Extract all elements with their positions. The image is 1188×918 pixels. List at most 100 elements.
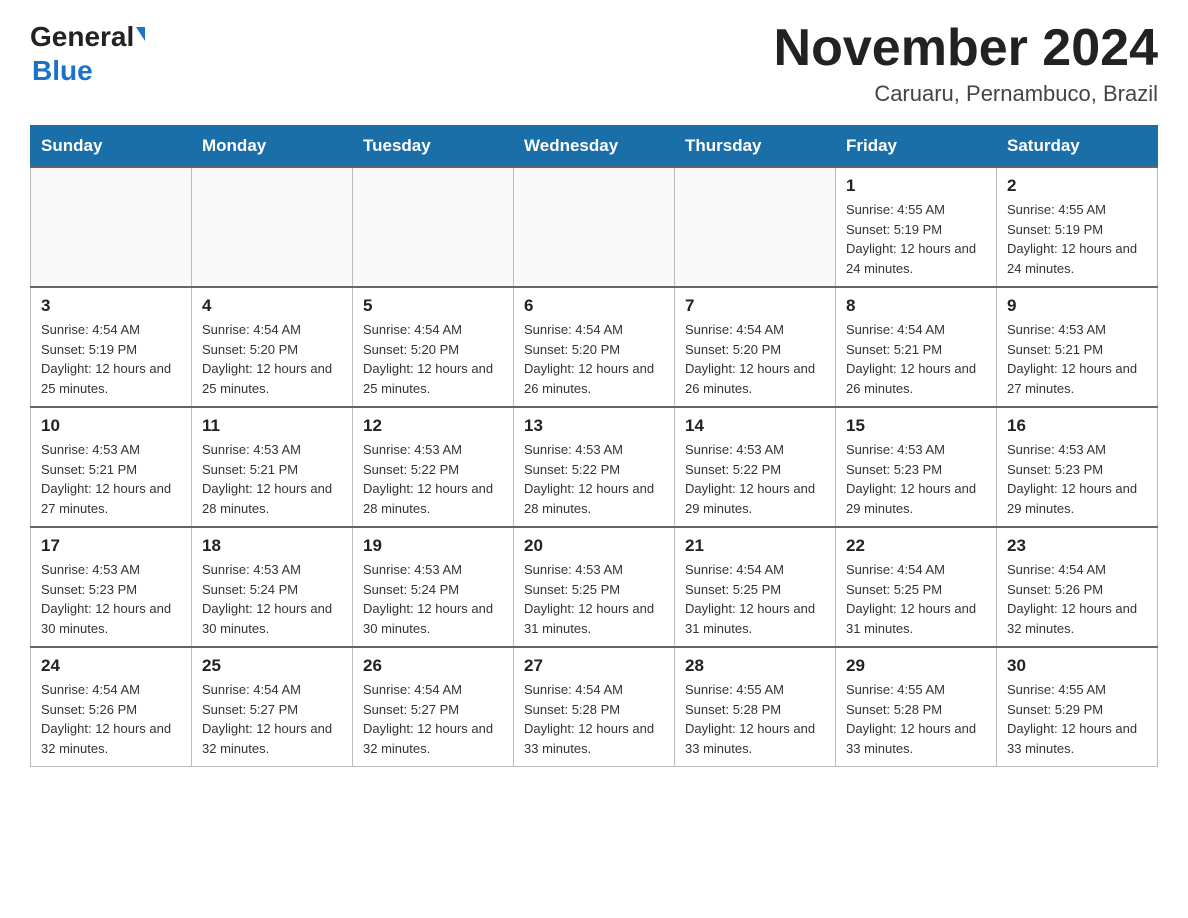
table-row: 25Sunrise: 4:54 AMSunset: 5:27 PMDayligh… [192,647,353,767]
table-row: 5Sunrise: 4:54 AMSunset: 5:20 PMDaylight… [353,287,514,407]
table-row: 19 Sunrise: 4:53 AMSunset: 5:24 PMDayligh… [353,527,514,647]
day-info: Sunrise: 4:55 AMSunset: 5:19 PMDaylight:… [846,200,986,278]
calendar-week-row: 17 Sunrise: 4:53 AMSunset: 5:23 PMDayligh… [31,527,1158,647]
table-row [514,167,675,287]
calendar-subtitle: Caruaru, Pernambuco, Brazil [774,81,1158,107]
day-number: 9 [1007,296,1147,316]
header-tuesday: Tuesday [353,126,514,168]
day-number: 2 [1007,176,1147,196]
table-row: 3Sunrise: 4:54 AMSunset: 5:19 PMDaylight… [31,287,192,407]
day-number: 18 [202,536,342,556]
day-number: 16 [1007,416,1147,436]
day-number: 13 [524,416,664,436]
logo: General Blue [30,20,145,87]
day-number: 11 [202,416,342,436]
page-header: General Blue November 2024 Caruaru, Pern… [30,20,1158,107]
day-info: Sunrise: 4:53 AMSunset: 5:23 PMDaylight:… [41,560,181,638]
day-info: Sunrise: 4:55 AMSunset: 5:28 PMDaylight:… [685,680,825,758]
day-info: Sunrise: 4:53 AMSunset: 5:21 PMDaylight:… [202,440,342,518]
day-number: 4 [202,296,342,316]
day-info: Sunrise: 4:53 AMSunset: 5:25 PMDaylight:… [524,560,664,638]
day-number: 6 [524,296,664,316]
table-row: 10 Sunrise: 4:53 AMSunset: 5:21 PMDayligh… [31,407,192,527]
logo-line1: General [30,20,145,54]
day-number: 12 [363,416,503,436]
day-number: 19 [363,536,503,556]
day-number: 23 [1007,536,1147,556]
calendar-header-row: Sunday Monday Tuesday Wednesday Thursday… [31,126,1158,168]
day-info: Sunrise: 4:53 AMSunset: 5:22 PMDaylight:… [685,440,825,518]
day-number: 5 [363,296,503,316]
day-number: 8 [846,296,986,316]
day-number: 7 [685,296,825,316]
day-info: Sunrise: 4:53 AMSunset: 5:23 PMDaylight:… [1007,440,1147,518]
day-number: 1 [846,176,986,196]
table-row: 26Sunrise: 4:54 AMSunset: 5:27 PMDayligh… [353,647,514,767]
day-number: 22 [846,536,986,556]
table-row: 2Sunrise: 4:55 AMSunset: 5:19 PMDaylight… [997,167,1158,287]
day-info: Sunrise: 4:54 AMSunset: 5:20 PMDaylight:… [202,320,342,398]
table-row: 9 Sunrise: 4:53 AMSunset: 5:21 PMDaylight… [997,287,1158,407]
day-info: Sunrise: 4:53 AMSunset: 5:24 PMDaylight:… [202,560,342,638]
day-info: Sunrise: 4:55 AMSunset: 5:28 PMDaylight:… [846,680,986,758]
table-row: 8Sunrise: 4:54 AMSunset: 5:21 PMDaylight… [836,287,997,407]
day-info: Sunrise: 4:54 AMSunset: 5:28 PMDaylight:… [524,680,664,758]
title-block: November 2024 Caruaru, Pernambuco, Brazi… [774,20,1158,107]
table-row: 15 Sunrise: 4:53 AMSunset: 5:23 PMDayligh… [836,407,997,527]
day-info: Sunrise: 4:53 AMSunset: 5:22 PMDaylight:… [524,440,664,518]
day-info: Sunrise: 4:54 AMSunset: 5:27 PMDaylight:… [363,680,503,758]
day-info: Sunrise: 4:54 AMSunset: 5:25 PMDaylight:… [846,560,986,638]
day-number: 21 [685,536,825,556]
table-row: 1 Sunrise: 4:55 AMSunset: 5:19 PMDaylight… [836,167,997,287]
day-info: Sunrise: 4:53 AMSunset: 5:21 PMDaylight:… [1007,320,1147,398]
table-row: 14 Sunrise: 4:53 AMSunset: 5:22 PMDayligh… [675,407,836,527]
day-info: Sunrise: 4:54 AMSunset: 5:25 PMDaylight:… [685,560,825,638]
day-number: 14 [685,416,825,436]
table-row: 13 Sunrise: 4:53 AMSunset: 5:22 PMDayligh… [514,407,675,527]
table-row: 24 Sunrise: 4:54 AMSunset: 5:26 PMDayligh… [31,647,192,767]
table-row [353,167,514,287]
table-row: 4 Sunrise: 4:54 AMSunset: 5:20 PMDaylight… [192,287,353,407]
header-thursday: Thursday [675,126,836,168]
day-number: 30 [1007,656,1147,676]
day-number: 28 [685,656,825,676]
logo-blue-text: Blue [30,54,93,88]
calendar-week-row: 24 Sunrise: 4:54 AMSunset: 5:26 PMDayligh… [31,647,1158,767]
logo-general-text: General [30,20,134,54]
day-info: Sunrise: 4:54 AMSunset: 5:26 PMDaylight:… [41,680,181,758]
table-row: 12 Sunrise: 4:53 AMSunset: 5:22 PMDayligh… [353,407,514,527]
table-row: 27 Sunrise: 4:54 AMSunset: 5:28 PMDayligh… [514,647,675,767]
day-number: 24 [41,656,181,676]
table-row: 21 Sunrise: 4:54 AMSunset: 5:25 PMDayligh… [675,527,836,647]
day-number: 25 [202,656,342,676]
day-number: 10 [41,416,181,436]
table-row [675,167,836,287]
day-number: 20 [524,536,664,556]
calendar-table: Sunday Monday Tuesday Wednesday Thursday… [30,125,1158,767]
day-info: Sunrise: 4:54 AMSunset: 5:20 PMDaylight:… [524,320,664,398]
calendar-week-row: 10 Sunrise: 4:53 AMSunset: 5:21 PMDayligh… [31,407,1158,527]
table-row: 17 Sunrise: 4:53 AMSunset: 5:23 PMDayligh… [31,527,192,647]
table-row: 16 Sunrise: 4:53 AMSunset: 5:23 PMDayligh… [997,407,1158,527]
calendar-week-row: 3Sunrise: 4:54 AMSunset: 5:19 PMDaylight… [31,287,1158,407]
header-saturday: Saturday [997,126,1158,168]
table-row: 18 Sunrise: 4:53 AMSunset: 5:24 PMDayligh… [192,527,353,647]
day-number: 17 [41,536,181,556]
day-number: 15 [846,416,986,436]
day-info: Sunrise: 4:53 AMSunset: 5:24 PMDaylight:… [363,560,503,638]
day-number: 29 [846,656,986,676]
calendar-week-row: 1 Sunrise: 4:55 AMSunset: 5:19 PMDaylight… [31,167,1158,287]
table-row: 7 Sunrise: 4:54 AMSunset: 5:20 PMDaylight… [675,287,836,407]
header-wednesday: Wednesday [514,126,675,168]
day-info: Sunrise: 4:54 AMSunset: 5:19 PMDaylight:… [41,320,181,398]
logo-triangle-icon [136,27,145,41]
day-info: Sunrise: 4:53 AMSunset: 5:21 PMDaylight:… [41,440,181,518]
day-info: Sunrise: 4:55 AMSunset: 5:29 PMDaylight:… [1007,680,1147,758]
day-info: Sunrise: 4:53 AMSunset: 5:22 PMDaylight:… [363,440,503,518]
day-number: 27 [524,656,664,676]
table-row: 30 Sunrise: 4:55 AMSunset: 5:29 PMDayligh… [997,647,1158,767]
day-info: Sunrise: 4:54 AMSunset: 5:20 PMDaylight:… [685,320,825,398]
day-info: Sunrise: 4:53 AMSunset: 5:23 PMDaylight:… [846,440,986,518]
table-row: 11 Sunrise: 4:53 AMSunset: 5:21 PMDayligh… [192,407,353,527]
calendar-title: November 2024 [774,20,1158,77]
